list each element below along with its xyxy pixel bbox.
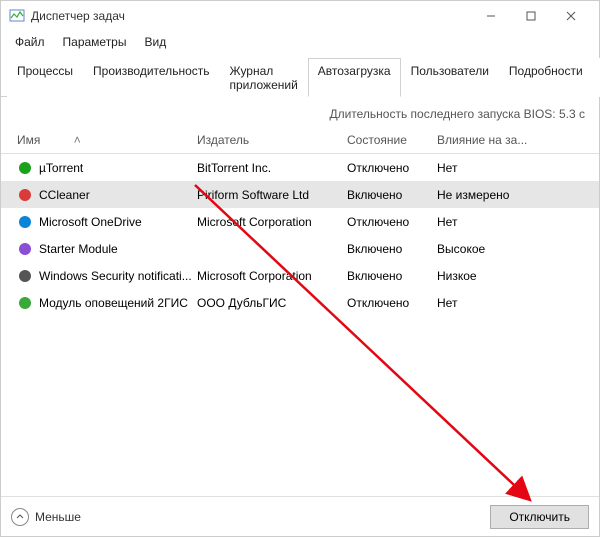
impact: Нет: [437, 161, 557, 175]
app-name: µTorrent: [39, 161, 83, 175]
header-publisher[interactable]: Издатель: [197, 133, 347, 147]
menu-view[interactable]: Вид: [136, 33, 174, 51]
publisher: BitTorrent Inc.: [197, 161, 347, 175]
tab-processes[interactable]: Процессы: [7, 58, 83, 97]
tab-services[interactable]: Службы: [593, 58, 600, 97]
header-status[interactable]: Состояние: [347, 133, 437, 147]
impact: Не измерено: [437, 188, 557, 202]
tab-performance[interactable]: Производительность: [83, 58, 219, 97]
app-icon: [17, 187, 33, 203]
impact: Низкое: [437, 269, 557, 283]
app-name: Microsoft OneDrive: [39, 215, 142, 229]
footer: Меньше Отключить: [1, 496, 599, 536]
menu-file[interactable]: Файл: [7, 33, 53, 51]
header-impact[interactable]: Влияние на за...: [437, 133, 557, 147]
impact: Нет: [437, 296, 557, 310]
taskmgr-icon: [9, 8, 25, 24]
disable-button[interactable]: Отключить: [490, 505, 589, 529]
app-icon: [17, 268, 33, 284]
status: Отключено: [347, 161, 437, 175]
bios-duration: Длительность последнего запуска BIOS: 5.…: [1, 97, 599, 127]
impact: Высокое: [437, 242, 557, 256]
status: Отключено: [347, 215, 437, 229]
fewer-details-button[interactable]: Меньше: [11, 508, 81, 526]
tab-users[interactable]: Пользователи: [401, 58, 499, 97]
chevron-up-icon: [11, 508, 29, 526]
tab-details[interactable]: Подробности: [499, 58, 593, 97]
column-headers: Имя ˄ Издатель Состояние Влияние на за..…: [1, 127, 599, 154]
menubar: Файл Параметры Вид: [1, 31, 599, 53]
app-name: Модуль оповещений 2ГИС: [39, 296, 188, 310]
app-icon: [17, 295, 33, 311]
header-name[interactable]: Имя ˄: [17, 133, 197, 147]
titlebar: Диспетчер задач: [1, 1, 599, 31]
close-button[interactable]: [551, 2, 591, 30]
publisher: Piriform Software Ltd: [197, 188, 347, 202]
minimize-button[interactable]: [471, 2, 511, 30]
tab-apphistory[interactable]: Журнал приложений: [220, 58, 308, 97]
app-name: Windows Security notificati...: [39, 269, 192, 283]
publisher: Microsoft Corporation: [197, 269, 347, 283]
publisher: Microsoft Corporation: [197, 215, 347, 229]
status: Включено: [347, 242, 437, 256]
startup-list: µTorrentBitTorrent Inc.ОтключеноНетCClea…: [1, 154, 599, 496]
table-row[interactable]: Windows Security notificati... Microsoft …: [1, 262, 599, 289]
app-name: Starter Module: [39, 242, 118, 256]
status: Включено: [347, 269, 437, 283]
status: Отключено: [347, 296, 437, 310]
menu-options[interactable]: Параметры: [55, 33, 135, 51]
tab-startup[interactable]: Автозагрузка: [308, 58, 401, 97]
status: Включено: [347, 188, 437, 202]
window-title: Диспетчер задач: [31, 9, 125, 23]
app-name: CCleaner: [39, 188, 90, 202]
table-row[interactable]: µTorrent BitTorrent Inc.ОтключеноНет: [1, 154, 599, 181]
app-icon: [17, 214, 33, 230]
app-icon: [17, 241, 33, 257]
table-row[interactable]: CCleaner Piriform Software LtdВключеноНе …: [1, 181, 599, 208]
table-row[interactable]: Microsoft OneDrive Microsoft CorporationО…: [1, 208, 599, 235]
table-row[interactable]: Starter Module ВключеноВысокое: [1, 235, 599, 262]
maximize-button[interactable]: [511, 2, 551, 30]
impact: Нет: [437, 215, 557, 229]
table-row[interactable]: Модуль оповещений 2ГИС ООО ДубльГИСОтключ…: [1, 289, 599, 316]
publisher: ООО ДубльГИС: [197, 296, 347, 310]
app-icon: [17, 160, 33, 176]
tabbar: Процессы Производительность Журнал прило…: [1, 53, 599, 97]
sort-ascending-icon: ˄: [74, 133, 81, 147]
